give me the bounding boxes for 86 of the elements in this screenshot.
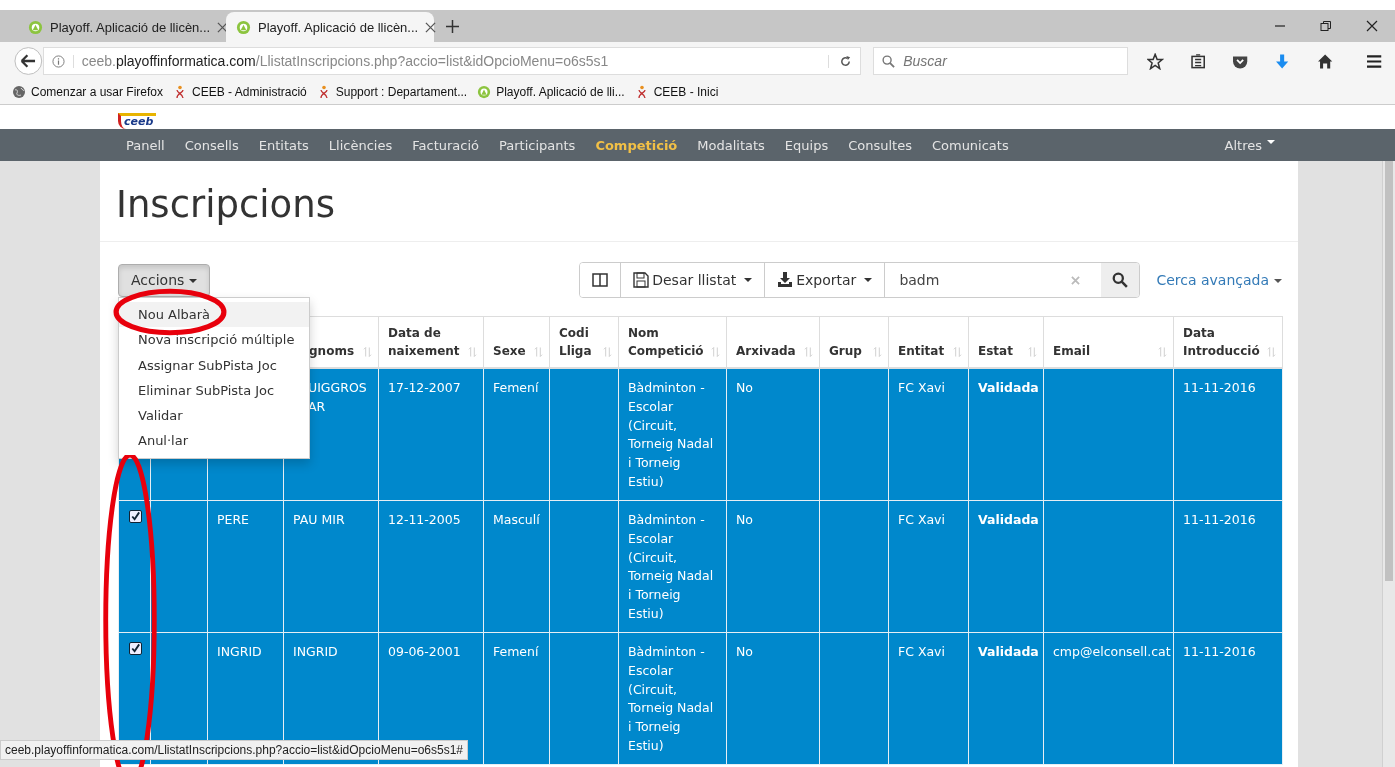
- url-text: ceeb.playoffinformatica.com/LlistatInscripcions.php?accio=list&idOpcioMenu=o6s5s1: [81, 53, 610, 69]
- bookmark-item[interactable]: Support : Departament...: [316, 85, 468, 99]
- table-cell: Bàdminton - Escolar (Circuit, Torneig Nadal i Torneig Estiu): [628, 512, 714, 621]
- bookmark-item[interactable]: Comenzar a usar Firefox: [12, 85, 164, 99]
- table-cell: Validada: [978, 644, 1039, 659]
- globe-icon: [12, 85, 26, 99]
- menu-item[interactable]: Anul·lar: [119, 428, 309, 454]
- table-cell: Validada: [978, 512, 1039, 527]
- home-icon[interactable]: [1316, 52, 1333, 70]
- reading-list-icon[interactable]: [1189, 52, 1206, 70]
- menu-item[interactable]: Nova inscripció múltiple: [119, 327, 309, 353]
- table-cell: No: [736, 644, 753, 659]
- row-checkbox[interactable]: [129, 642, 142, 655]
- download-icon: [777, 272, 794, 288]
- nav-link[interactable]: Comunicats: [931, 137, 1009, 153]
- table-cell: FC Xavi: [898, 380, 945, 395]
- restore-icon[interactable]: [1320, 20, 1332, 32]
- status-url: ceeb.playoffinformatica.com/LlistatInscripcions.php?accio=list&idOpcioMenu=o6s5s1#: [0, 740, 469, 760]
- close-icon[interactable]: [1366, 20, 1378, 32]
- search-button[interactable]: [1101, 263, 1140, 297]
- nav-link[interactable]: Participants: [499, 137, 576, 153]
- table-cell: PERE: [217, 512, 250, 527]
- scrollbar[interactable]: [1382, 161, 1395, 767]
- table-cell: Bàdminton - Escolar (Circuit, Torneig Nadal i Torneig Estiu): [628, 644, 714, 753]
- table-cell: Masculí: [493, 512, 540, 527]
- column-header[interactable]: Grup: [829, 342, 862, 360]
- table-cell: 17-12-2007: [388, 380, 461, 395]
- table-cell: Femení: [493, 644, 539, 659]
- table-cell: cmp@elconsell.cat: [1053, 644, 1171, 659]
- menu-item[interactable]: Nou Albarà: [119, 302, 309, 328]
- advanced-search-link[interactable]: Cerca avançada: [1156, 272, 1282, 288]
- table-cell: 12-11-2005: [388, 512, 461, 527]
- playoff-logo-icon: [477, 85, 492, 99]
- table-cell: 11-11-2016: [1183, 644, 1256, 659]
- search-icon: [882, 54, 896, 68]
- bookmark-item[interactable]: CEEB - Inici: [634, 85, 719, 99]
- bookmark-item[interactable]: CEEB - Administració: [173, 85, 307, 99]
- menu-icon[interactable]: [1365, 52, 1383, 70]
- table-cell: INGRID: [293, 644, 338, 659]
- nav-link[interactable]: Consells: [184, 137, 239, 153]
- nav-link[interactable]: Equips: [784, 137, 829, 153]
- close-icon[interactable]: [425, 21, 437, 33]
- nav-link[interactable]: Competició: [595, 137, 678, 153]
- menu-item[interactable]: Assignar SubPista Joc: [119, 352, 309, 378]
- table-cell: 11-11-2016: [1183, 512, 1256, 527]
- search-field[interactable]: Buscar: [901, 52, 1106, 70]
- floppy-icon: [633, 272, 650, 288]
- menu-item[interactable]: Validar: [119, 403, 309, 429]
- menu-item[interactable]: Eliminar SubPista Joc: [119, 377, 309, 404]
- plus-icon[interactable]: [446, 20, 459, 33]
- table-cell: FC Xavi: [898, 644, 945, 659]
- nav-link[interactable]: Llicències: [328, 137, 393, 153]
- search-icon: [1112, 272, 1129, 288]
- column-header[interactable]: Sexe: [493, 342, 526, 360]
- columns-icon: [592, 272, 609, 288]
- reload-icon[interactable]: [828, 54, 853, 68]
- nav-link[interactable]: Entitats: [258, 137, 309, 153]
- table-cell: No: [736, 380, 753, 395]
- table-cell: 09-06-2001: [388, 644, 461, 659]
- column-header[interactable]: gnoms: [309, 342, 355, 360]
- browser-tab[interactable]: Playoff. Aplicació de llicèn...: [226, 12, 434, 42]
- nav-dropdown[interactable]: Altres: [1224, 137, 1275, 153]
- nav-link[interactable]: Facturació: [412, 137, 479, 153]
- columns-button[interactable]: [580, 263, 622, 297]
- table-cell: PAU MIR: [293, 512, 345, 527]
- filter-box[interactable]: badm: [885, 263, 1102, 297]
- nav-link[interactable]: Panell: [126, 137, 165, 153]
- table-cell: 11-11-2016: [1183, 380, 1256, 395]
- table-cell: No: [736, 512, 753, 527]
- table-cell: Femení: [493, 380, 539, 395]
- table-cell: Validada: [978, 380, 1039, 395]
- playoff-logo-icon: [236, 19, 251, 35]
- table-cell: FC Xavi: [898, 512, 945, 527]
- close-icon[interactable]: [217, 21, 229, 33]
- nav-link[interactable]: Modalitats: [697, 137, 765, 153]
- table-cell: Bàdminton - Escolar (Circuit, Torneig Nadal i Torneig Estiu): [628, 380, 714, 489]
- star-icon[interactable]: [1147, 52, 1164, 70]
- table-cell: INGRID: [217, 644, 262, 659]
- page-title: Inscripcions: [116, 183, 336, 228]
- row-checkbox[interactable]: [129, 510, 142, 523]
- playoff-logo-icon: [28, 19, 43, 35]
- bookmark-item[interactable]: Playoff. Aplicació de lli...: [477, 85, 625, 99]
- column-header[interactable]: Estat: [978, 342, 1013, 360]
- column-header[interactable]: Email: [1053, 342, 1091, 360]
- nav-link[interactable]: Consultes: [848, 137, 912, 153]
- search-box[interactable]: Buscar: [873, 47, 1129, 75]
